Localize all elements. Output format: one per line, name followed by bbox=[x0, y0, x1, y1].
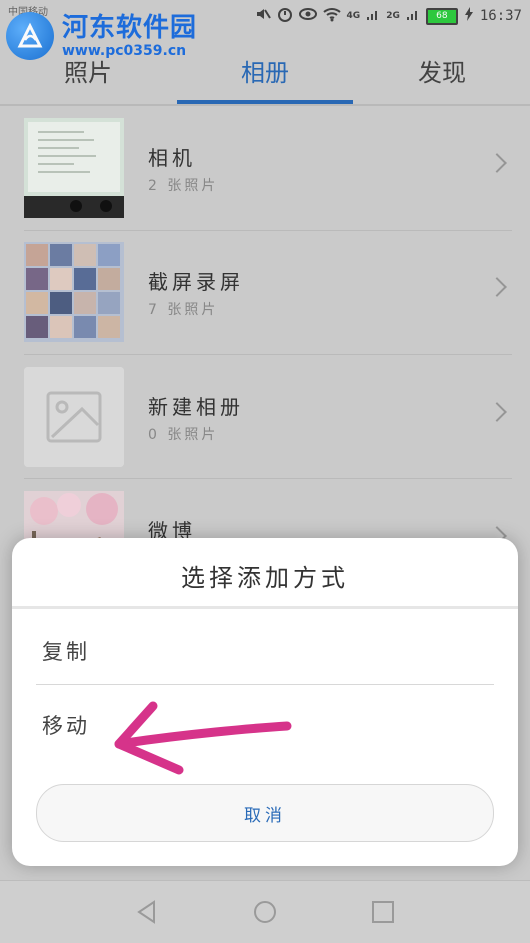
copy-option[interactable]: 复制 bbox=[42, 636, 90, 666]
annotation-arrow-icon bbox=[114, 701, 292, 775]
move-option[interactable]: 移动 bbox=[42, 710, 90, 740]
option-divider bbox=[36, 684, 494, 685]
dialog-divider bbox=[12, 606, 518, 609]
system-nav-bar bbox=[0, 880, 530, 943]
recents-icon[interactable] bbox=[370, 899, 396, 925]
cancel-button[interactable]: 取消 bbox=[36, 784, 494, 842]
back-icon[interactable] bbox=[134, 899, 160, 925]
dialog-title: 选择添加方式 bbox=[181, 564, 349, 592]
home-icon[interactable] bbox=[252, 899, 278, 925]
